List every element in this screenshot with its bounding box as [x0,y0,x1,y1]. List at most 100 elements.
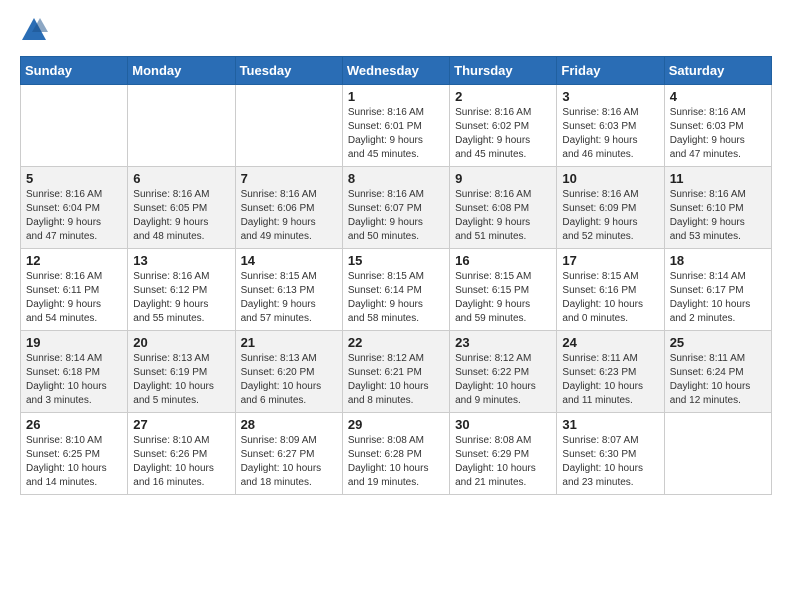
day-number: 8 [348,171,444,186]
week-row-3: 12Sunrise: 8:16 AM Sunset: 6:11 PM Dayli… [21,249,772,331]
day-info: Sunrise: 8:16 AM Sunset: 6:07 PM Dayligh… [348,188,444,244]
weekday-sunday: Sunday [21,57,128,85]
day-info: Sunrise: 8:16 AM Sunset: 6:03 PM Dayligh… [562,106,658,162]
day-number: 26 [26,417,122,432]
weekday-friday: Friday [557,57,664,85]
day-cell: 7 Sunrise: 8:16 AM Sunset: 6:06 PM Daylig… [235,167,342,249]
day-number: 21 [241,335,337,350]
day-cell [128,85,235,167]
day-cell: 14Sunrise: 8:15 AM Sunset: 6:13 PM Dayli… [235,249,342,331]
day-cell: 28 Sunrise: 8:09 AM Sunset: 6:27 PM Dayli… [235,413,342,495]
day-number: 31 [562,417,658,432]
week-row-1: 1 Sunrise: 8:16 AM Sunset: 6:01 PM Daylig… [21,85,772,167]
day-cell: 20 Sunrise: 8:13 AM Sunset: 6:19 PM Dayli… [128,331,235,413]
day-cell: 13 Sunrise: 8:16 AM Sunset: 6:12 PM Dayli… [128,249,235,331]
weekday-saturday: Saturday [664,57,771,85]
day-info: Sunrise: 8:14 AM Sunset: 6:18 PM Dayligh… [26,352,122,408]
day-info: Sunrise: 8:16 AM Sunset: 6:10 PM Dayligh… [670,188,766,244]
day-info: Sunrise: 8:08 AM Sunset: 6:28 PM Dayligh… [348,434,444,490]
day-info: Sunrise: 8:09 AM Sunset: 6:27 PM Dayligh… [241,434,337,490]
day-cell: 21 Sunrise: 8:13 AM Sunset: 6:20 PM Dayli… [235,331,342,413]
day-cell: 15 Sunrise: 8:15 AM Sunset: 6:14 PM Dayli… [342,249,449,331]
week-row-5: 26Sunrise: 8:10 AM Sunset: 6:25 PM Dayli… [21,413,772,495]
day-number: 29 [348,417,444,432]
day-cell: 3 Sunrise: 8:16 AM Sunset: 6:03 PM Daylig… [557,85,664,167]
day-number: 2 [455,89,551,104]
logo [20,16,52,44]
day-cell [235,85,342,167]
day-number: 13 [133,253,229,268]
day-number: 15 [348,253,444,268]
day-info: Sunrise: 8:16 AM Sunset: 6:04 PM Dayligh… [26,188,122,244]
day-cell: 6 Sunrise: 8:16 AM Sunset: 6:05 PM Daylig… [128,167,235,249]
day-number: 9 [455,171,551,186]
day-info: Sunrise: 8:11 AM Sunset: 6:24 PM Dayligh… [670,352,766,408]
day-cell: 25 Sunrise: 8:11 AM Sunset: 6:24 PM Dayli… [664,331,771,413]
day-info: Sunrise: 8:16 AM Sunset: 6:06 PM Dayligh… [241,188,337,244]
day-info: Sunrise: 8:16 AM Sunset: 6:11 PM Dayligh… [26,270,122,326]
day-info: Sunrise: 8:12 AM Sunset: 6:22 PM Dayligh… [455,352,551,408]
weekday-wednesday: Wednesday [342,57,449,85]
page: SundayMondayTuesdayWednesdayThursdayFrid… [0,0,792,515]
day-cell: 27Sunrise: 8:10 AM Sunset: 6:26 PM Dayli… [128,413,235,495]
day-number: 5 [26,171,122,186]
day-info: Sunrise: 8:08 AM Sunset: 6:29 PM Dayligh… [455,434,551,490]
day-number: 23 [455,335,551,350]
weekday-tuesday: Tuesday [235,57,342,85]
day-cell: 1 Sunrise: 8:16 AM Sunset: 6:01 PM Daylig… [342,85,449,167]
logo-icon [20,16,48,44]
day-number: 6 [133,171,229,186]
day-number: 17 [562,253,658,268]
day-info: Sunrise: 8:13 AM Sunset: 6:20 PM Dayligh… [241,352,337,408]
day-number: 25 [670,335,766,350]
day-info: Sunrise: 8:15 AM Sunset: 6:16 PM Dayligh… [562,270,658,326]
day-number: 22 [348,335,444,350]
day-cell: 4 Sunrise: 8:16 AM Sunset: 6:03 PM Daylig… [664,85,771,167]
day-info: Sunrise: 8:16 AM Sunset: 6:05 PM Dayligh… [133,188,229,244]
day-cell: 26Sunrise: 8:10 AM Sunset: 6:25 PM Dayli… [21,413,128,495]
day-number: 18 [670,253,766,268]
week-row-2: 5 Sunrise: 8:16 AM Sunset: 6:04 PM Daylig… [21,167,772,249]
day-number: 20 [133,335,229,350]
day-number: 24 [562,335,658,350]
day-info: Sunrise: 8:16 AM Sunset: 6:09 PM Dayligh… [562,188,658,244]
day-info: Sunrise: 8:14 AM Sunset: 6:17 PM Dayligh… [670,270,766,326]
day-info: Sunrise: 8:12 AM Sunset: 6:21 PM Dayligh… [348,352,444,408]
day-number: 1 [348,89,444,104]
day-info: Sunrise: 8:11 AM Sunset: 6:23 PM Dayligh… [562,352,658,408]
day-number: 16 [455,253,551,268]
day-number: 4 [670,89,766,104]
day-cell: 2Sunrise: 8:16 AM Sunset: 6:02 PM Daylig… [450,85,557,167]
day-cell: 30Sunrise: 8:08 AM Sunset: 6:29 PM Dayli… [450,413,557,495]
day-number: 19 [26,335,122,350]
day-cell: 29 Sunrise: 8:08 AM Sunset: 6:28 PM Dayli… [342,413,449,495]
day-number: 10 [562,171,658,186]
day-number: 28 [241,417,337,432]
day-info: Sunrise: 8:15 AM Sunset: 6:15 PM Dayligh… [455,270,551,326]
weekday-monday: Monday [128,57,235,85]
day-cell: 8 Sunrise: 8:16 AM Sunset: 6:07 PM Daylig… [342,167,449,249]
weekday-thursday: Thursday [450,57,557,85]
weekday-header-row: SundayMondayTuesdayWednesdayThursdayFrid… [21,57,772,85]
day-info: Sunrise: 8:16 AM Sunset: 6:01 PM Dayligh… [348,106,444,162]
day-info: Sunrise: 8:15 AM Sunset: 6:14 PM Dayligh… [348,270,444,326]
day-cell: 17 Sunrise: 8:15 AM Sunset: 6:16 PM Dayli… [557,249,664,331]
day-cell: 9 Sunrise: 8:16 AM Sunset: 6:08 PM Daylig… [450,167,557,249]
day-cell: 31 Sunrise: 8:07 AM Sunset: 6:30 PM Dayli… [557,413,664,495]
calendar-table: SundayMondayTuesdayWednesdayThursdayFrid… [20,56,772,495]
day-info: Sunrise: 8:16 AM Sunset: 6:12 PM Dayligh… [133,270,229,326]
day-info: Sunrise: 8:13 AM Sunset: 6:19 PM Dayligh… [133,352,229,408]
week-row-4: 19 Sunrise: 8:14 AM Sunset: 6:18 PM Dayli… [21,331,772,413]
day-info: Sunrise: 8:07 AM Sunset: 6:30 PM Dayligh… [562,434,658,490]
day-cell [21,85,128,167]
day-cell: 19 Sunrise: 8:14 AM Sunset: 6:18 PM Dayli… [21,331,128,413]
day-cell: 12Sunrise: 8:16 AM Sunset: 6:11 PM Dayli… [21,249,128,331]
day-cell: 18 Sunrise: 8:14 AM Sunset: 6:17 PM Dayli… [664,249,771,331]
day-info: Sunrise: 8:16 AM Sunset: 6:08 PM Dayligh… [455,188,551,244]
day-number: 7 [241,171,337,186]
day-number: 3 [562,89,658,104]
day-number: 11 [670,171,766,186]
day-info: Sunrise: 8:16 AM Sunset: 6:03 PM Dayligh… [670,106,766,162]
day-cell: 5 Sunrise: 8:16 AM Sunset: 6:04 PM Daylig… [21,167,128,249]
day-number: 14 [241,253,337,268]
